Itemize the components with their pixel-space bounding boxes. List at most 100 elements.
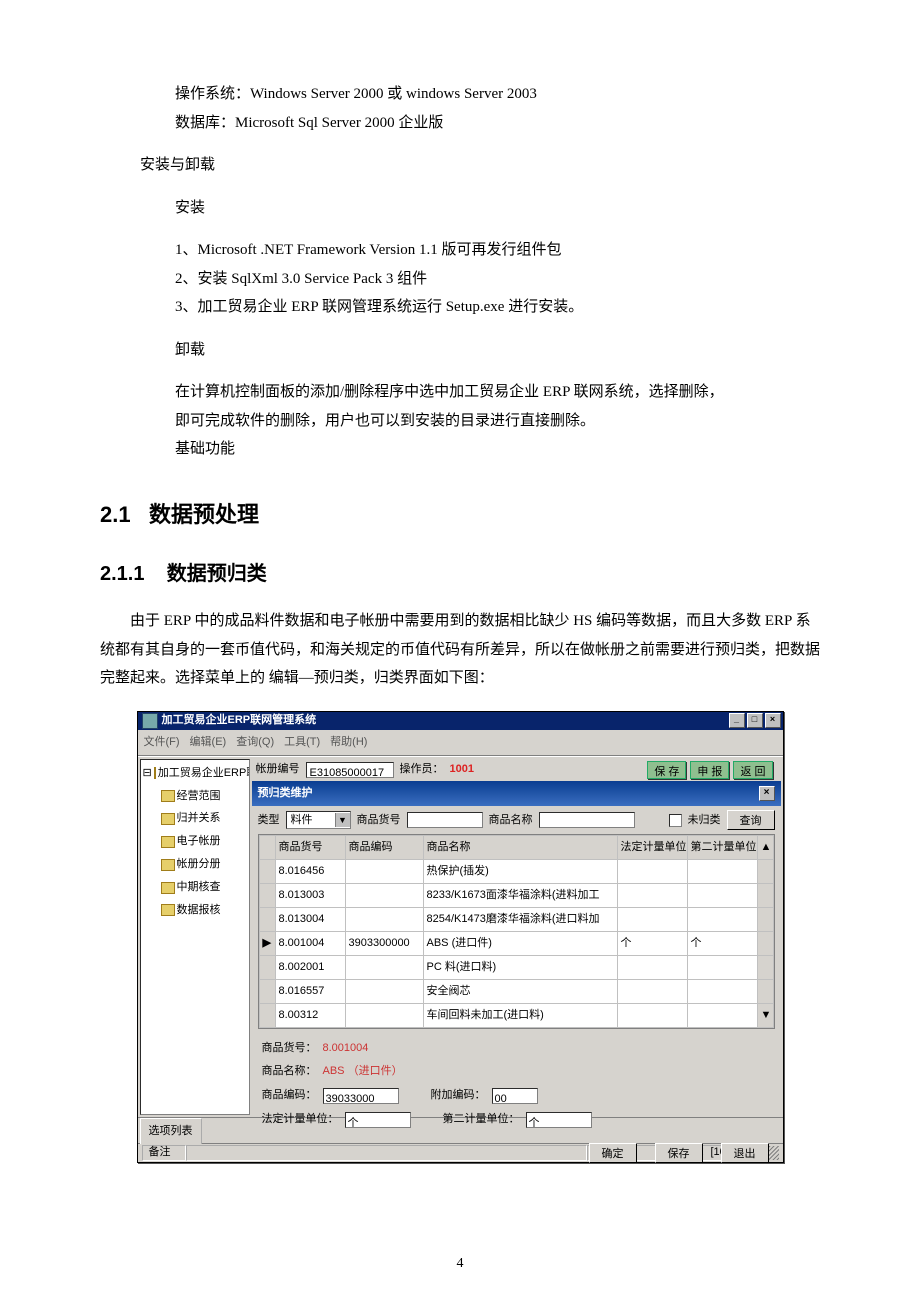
query-button[interactable]: 查询 xyxy=(727,810,775,830)
scroll-down-button[interactable]: ▼ xyxy=(757,1003,773,1027)
row-selector[interactable] xyxy=(259,860,275,884)
step-2: 2、安装 SqlXml 3.0 Service Pack 3 组件 xyxy=(175,265,820,294)
cell-code: 8.001004 xyxy=(275,932,345,956)
save-button-2[interactable]: 保存 xyxy=(655,1143,703,1163)
save-button[interactable]: 保 存 xyxy=(647,761,686,779)
tree-item-label: 帐册分册 xyxy=(177,854,221,875)
tree-root[interactable]: ⊟ 加工贸易企业ERP联网 xyxy=(141,762,249,785)
table-row[interactable]: 8.016557安全阀芯 xyxy=(259,979,773,1003)
code-label: 商品货号 xyxy=(357,810,401,831)
menu-tool[interactable]: 工具(T) xyxy=(284,732,320,753)
tree-item-1[interactable]: 归并关系 xyxy=(141,807,249,830)
cell-hs xyxy=(345,860,423,884)
panel-close-button[interactable]: × xyxy=(759,786,775,801)
tree-item-label: 归并关系 xyxy=(177,808,221,829)
tree-item-0[interactable]: 经营范围 xyxy=(141,785,249,808)
scrollbar-track[interactable] xyxy=(757,955,773,979)
tree-item-2[interactable]: 电子帐册 xyxy=(141,830,249,853)
tab-options[interactable]: 选项列表 xyxy=(140,1118,202,1144)
operator-value: 1001 xyxy=(450,759,474,780)
cell-hs xyxy=(345,908,423,932)
menu-edit[interactable]: 编辑(E) xyxy=(190,732,227,753)
scrollbar-track[interactable] xyxy=(757,860,773,884)
step-1: 1、Microsoft .NET Framework Version 1.1 版… xyxy=(175,236,820,265)
body-paragraph: 由于 ERP 中的成品料件数据和电子帐册中需要用到的数据相比缺少 HS 编码等数… xyxy=(100,607,820,693)
row-selector[interactable] xyxy=(259,1003,275,1027)
back-button[interactable]: 返 回 xyxy=(733,761,772,779)
page-number: 4 xyxy=(0,1251,920,1278)
row-selector[interactable] xyxy=(259,908,275,932)
menu-help[interactable]: 帮助(H) xyxy=(330,732,367,753)
cell-code: 8.016557 xyxy=(275,979,345,1003)
grid: 商品货号商品编码商品名称法定计量单位第二计量单位▲ 8.016456热保护(插发… xyxy=(258,834,775,1028)
scrollbar-track[interactable] xyxy=(757,979,773,1003)
menu-file[interactable]: 文件(F) xyxy=(144,732,180,753)
cell-u2 xyxy=(687,908,757,932)
cell-u2 xyxy=(687,979,757,1003)
tree-item-3[interactable]: 帐册分册 xyxy=(141,853,249,876)
type-dropdown[interactable]: 料件 ▼ xyxy=(286,811,351,829)
book-label: 帐册编号 xyxy=(256,759,300,780)
folder-icon xyxy=(161,813,175,825)
titlebar: 加工贸易企业ERP联网管理系统 _ □ × xyxy=(138,712,783,730)
maximize-button[interactable]: □ xyxy=(747,713,763,728)
install-uninstall-heading: 安装与卸载 xyxy=(100,151,820,180)
row-selector[interactable] xyxy=(259,884,275,908)
tree-panel: ⊟ 加工贸易企业ERP联网 经营范围归并关系电子帐册帐册分册中期核查数据报核 xyxy=(140,759,250,1115)
grid-header xyxy=(259,836,275,860)
cell-code: 8.016456 xyxy=(275,860,345,884)
exit-button[interactable]: 退出 xyxy=(721,1143,769,1163)
scroll-up-button[interactable]: ▲ xyxy=(757,836,773,860)
folder-icon xyxy=(161,836,175,848)
detail-u2-label: 第二计量单位： xyxy=(443,1109,520,1130)
detail-hs-input[interactable]: 39033000 xyxy=(323,1088,399,1104)
table-row[interactable]: 8.0130038233/K1673面漆华福涂料(进料加工 xyxy=(259,884,773,908)
table-row[interactable]: 8.002001PC 料(进口料) xyxy=(259,955,773,979)
folder-icon xyxy=(161,859,175,871)
table-row[interactable]: 8.016456热保护(插发) xyxy=(259,860,773,884)
cell-u2 xyxy=(687,860,757,884)
table-row[interactable]: 8.0130048254/K1473磨漆华福涂料(进口料加 xyxy=(259,908,773,932)
row-selector[interactable] xyxy=(259,979,275,1003)
row-selector[interactable]: ▶ xyxy=(259,932,275,956)
table-row[interactable]: ▶8.0010043903300000ABS (进口件)个个 xyxy=(259,932,773,956)
type-label: 类型 xyxy=(258,810,280,831)
minimize-button[interactable]: _ xyxy=(729,713,745,728)
tree-item-label: 电子帐册 xyxy=(177,831,221,852)
scrollbar-track[interactable] xyxy=(757,884,773,908)
uninstall-heading: 卸载 xyxy=(175,336,820,365)
scrollbar-track[interactable] xyxy=(757,908,773,932)
folder-icon xyxy=(161,790,175,802)
cell-u1: 个 xyxy=(617,932,687,956)
detail-u1-input[interactable]: 个 xyxy=(345,1112,411,1128)
name-input[interactable] xyxy=(539,812,635,828)
tree-item-4[interactable]: 中期核查 xyxy=(141,876,249,899)
cell-code: 8.013003 xyxy=(275,884,345,908)
folder-icon xyxy=(161,904,175,916)
code-input[interactable] xyxy=(407,812,483,828)
menubar: 文件(F) 编辑(E) 查询(Q) 工具(T) 帮助(H) xyxy=(138,730,783,756)
detail-hs-label: 商品编码： xyxy=(262,1085,317,1106)
scrollbar-track[interactable] xyxy=(757,932,773,956)
tree-item-5[interactable]: 数据报核 xyxy=(141,899,249,922)
unclassified-checkbox[interactable] xyxy=(669,814,682,827)
detail-code-label: 商品货号： xyxy=(262,1038,317,1059)
menu-query[interactable]: 查询(Q) xyxy=(236,732,274,753)
os-line: 操作系统：Windows Server 2000 或 windows Serve… xyxy=(175,80,820,109)
declare-button[interactable]: 申 报 xyxy=(690,761,729,779)
close-button[interactable]: × xyxy=(765,713,781,728)
detail-name-label: 商品名称： xyxy=(262,1061,317,1082)
cell-hs xyxy=(345,955,423,979)
subsection-num: 2.1.1 xyxy=(100,563,144,585)
detail-ext-input[interactable]: 00 xyxy=(492,1088,538,1104)
ok-button[interactable]: 确定 xyxy=(589,1143,637,1163)
grid-header: 商品货号 xyxy=(275,836,345,860)
db-line: 数据库：Microsoft Sql Server 2000 企业版 xyxy=(175,109,820,138)
table-row[interactable]: 8.00312车间回料未加工(进口料)▼ xyxy=(259,1003,773,1027)
panel-title: 预归类维护 xyxy=(258,783,313,804)
cell-hs: 3903300000 xyxy=(345,932,423,956)
grid-header: 法定计量单位 xyxy=(617,836,687,860)
detail-u2-input[interactable]: 个 xyxy=(526,1112,592,1128)
app-icon xyxy=(142,713,158,729)
row-selector[interactable] xyxy=(259,955,275,979)
